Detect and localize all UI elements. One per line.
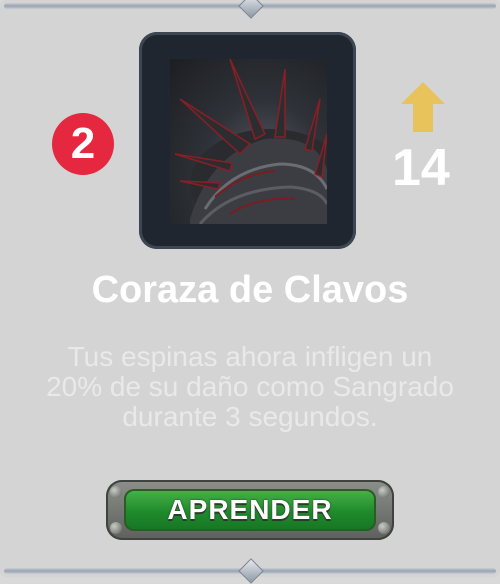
skill-title: Coraza de Clavos — [91, 269, 409, 311]
rank-badge: 2 — [52, 113, 114, 175]
spiked-armor-icon — [170, 59, 327, 224]
learn-button[interactable]: APRENDER — [106, 480, 394, 540]
rank-number: 2 — [70, 119, 96, 168]
up-arrow-icon — [401, 82, 445, 132]
bottom-frame-rail — [4, 558, 496, 584]
top-frame-rail — [4, 0, 496, 19]
bottom-frame-gem — [238, 558, 264, 584]
skill-card: 2 14 Coraza de Clavos Tus espinas ahora … — [0, 0, 500, 584]
top-frame-gem — [238, 0, 264, 19]
skill-description: Tus espinas ahora infligen un 20% de su … — [46, 341, 454, 432]
level-number: 14 — [392, 139, 450, 197]
learn-button-label: APRENDER — [167, 494, 333, 525]
skill-icon-frame — [139, 32, 356, 249]
